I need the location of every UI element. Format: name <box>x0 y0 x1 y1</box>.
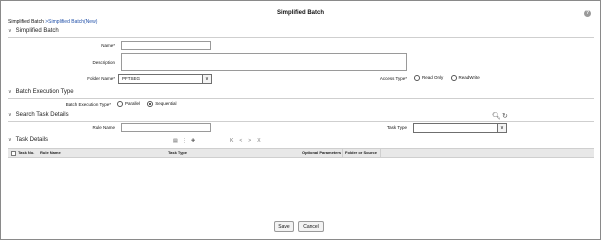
parallel-label: Parallel <box>125 101 141 107</box>
chevron-down-icon: ∨ <box>8 28 12 34</box>
access-type-radio-group: Read Only ReadWrite <box>414 75 486 81</box>
column-rule-name[interactable]: Rule Name <box>40 150 61 155</box>
access-readwrite-label: ReadWrite <box>458 75 480 81</box>
section-task-details[interactable]: ∨ Task Details <box>8 137 48 143</box>
sequential-radio[interactable] <box>147 101 154 107</box>
select-all-checkbox[interactable] <box>11 151 16 156</box>
divider <box>8 37 594 38</box>
column-separator <box>380 149 381 157</box>
folder-name-select[interactable]: PFTSEG ∨ <box>118 74 212 84</box>
save-button[interactable]: Save <box>274 221 294 232</box>
chevron-down-icon: ∨ <box>8 137 12 143</box>
grid-view-icon[interactable]: ▤ <box>173 138 178 144</box>
chevron-down-icon: ∨ <box>497 124 506 132</box>
section-search-task-details[interactable]: ∨ Search Task Details <box>8 112 69 118</box>
breadcrumb-root[interactable]: Simplified Batch <box>8 19 44 25</box>
grid-options-icon[interactable]: ⋮ <box>182 138 187 144</box>
breadcrumb: Simplified Batch >Simplified Batch(New) <box>8 19 97 25</box>
folder-name-value: PFTSEG <box>122 76 141 81</box>
access-type-label: Access Type* <box>379 76 407 81</box>
column-separator <box>342 149 343 157</box>
section-title: Search Task Details <box>15 112 69 118</box>
column-task-no[interactable]: Task No. <box>18 150 34 155</box>
prev-page-button[interactable]: < <box>239 138 242 144</box>
search-icon[interactable]: 🔍︎ <box>492 112 501 120</box>
divider <box>8 121 594 122</box>
name-label: Name* <box>101 43 115 48</box>
section-title: Batch Execution Type <box>15 89 74 95</box>
pager: K < > X <box>230 138 267 144</box>
access-readwrite-radio[interactable] <box>450 75 457 81</box>
cancel-button[interactable]: Cancel <box>298 221 324 232</box>
chevron-down-icon: ∨ <box>8 89 12 95</box>
chevron-down-icon: ∨ <box>202 75 211 83</box>
section-title: Task Details <box>15 137 49 143</box>
batch-execution-type-label: Batch Execution Type* <box>65 102 111 107</box>
name-input[interactable] <box>121 41 211 50</box>
column-folder-or-source[interactable]: Folder or Source <box>345 150 377 155</box>
access-read-only-label: Read Only <box>422 75 444 81</box>
column-optional-parameters[interactable]: Optional Parameters <box>302 150 341 155</box>
dialog-window: Simplified Batch ? Simplified Batch >Sim… <box>0 0 601 240</box>
add-task-icon[interactable]: ✚ <box>191 138 195 144</box>
next-page-button[interactable]: > <box>248 138 251 144</box>
task-grid-header: Task No. Rule Name Task Type Optional Pa… <box>8 148 594 158</box>
window-title: Simplified Batch <box>276 10 324 16</box>
rule-name-input[interactable] <box>121 123 211 132</box>
chevron-down-icon: ∨ <box>8 112 12 118</box>
description-textarea[interactable] <box>121 53 407 71</box>
column-task-type[interactable]: Task Type <box>168 150 187 155</box>
parallel-radio[interactable] <box>117 101 123 107</box>
refresh-icon[interactable]: ↻ <box>502 112 508 120</box>
last-page-button[interactable]: X <box>257 138 260 144</box>
sequential-label: Sequential <box>155 101 177 107</box>
access-read-only-radio[interactable] <box>414 75 420 81</box>
divider <box>8 98 594 99</box>
task-type-label: Task Type <box>386 125 407 130</box>
section-simplified-batch[interactable]: ∨ Simplified Batch <box>8 28 59 34</box>
breadcrumb-current: Simplified Batch(New) <box>48 19 98 25</box>
first-page-button[interactable]: K <box>230 138 233 144</box>
description-label: Description <box>92 60 115 65</box>
help-icon[interactable]: ? <box>584 10 591 17</box>
batch-execution-radio-group: Parallel Sequential <box>117 101 183 107</box>
section-batch-execution-type[interactable]: ∨ Batch Execution Type <box>8 89 74 95</box>
section-title: Simplified Batch <box>15 28 59 34</box>
task-type-select[interactable]: ∨ <box>413 123 507 133</box>
folder-name-label: Folder Name* <box>87 76 115 81</box>
rule-name-label: Rule Name <box>92 125 115 130</box>
